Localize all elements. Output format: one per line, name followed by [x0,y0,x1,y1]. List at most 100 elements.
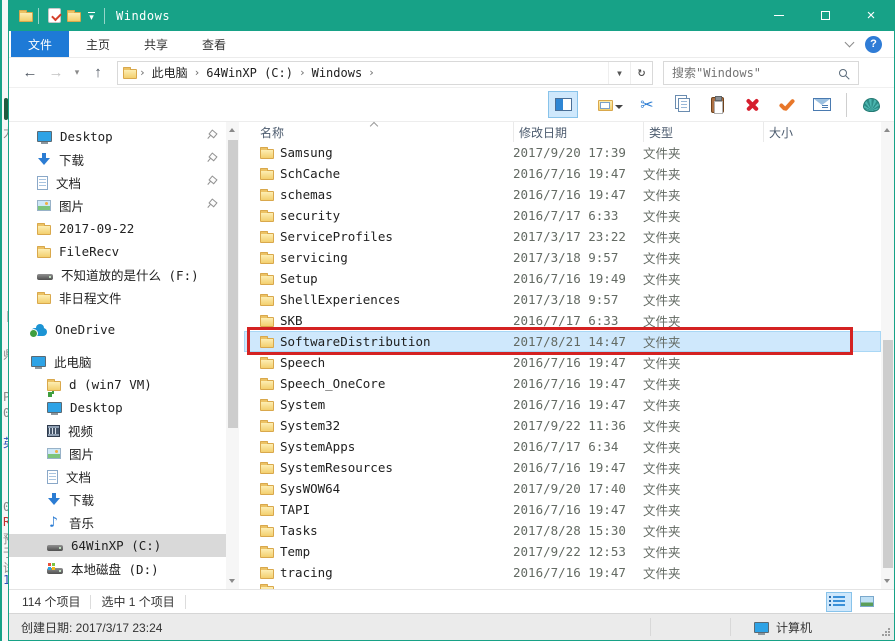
table-row[interactable]: Samsung2017/9/20 17:39文件夹 [244,142,881,163]
sidebar-item[interactable]: 64WinXP (C:) [9,534,226,557]
table-row[interactable]: ServiceProfiles2017/3/17 23:22文件夹 [244,226,881,247]
back-button[interactable]: ← [17,64,43,81]
sidebar-item[interactable]: 视频 [9,419,226,442]
file-type: 文件夹 [638,479,758,498]
table-row[interactable]: Speech_OneCore2016/7/16 19:47文件夹 [244,373,881,394]
file-list-scrollbar[interactable] [881,122,894,589]
sidebar-item[interactable]: FileRecv [9,240,226,263]
column-header-size[interactable]: 大小 [764,122,881,142]
thumbnail-view-button[interactable] [854,592,880,612]
shell-button[interactable] [856,91,886,118]
table-row[interactable]: System2016/7/16 19:47文件夹 [244,394,881,415]
table-row[interactable]: ShellExperiences2017/3/18 9:57文件夹 [244,289,881,310]
sidebar-item[interactable]: 下载 [9,148,226,171]
table-row[interactable]: Temp2017/9/22 12:53文件夹 [244,541,881,562]
table-row[interactable]: SoftwareDistribution2017/8/21 14:47文件夹 [244,331,881,352]
sidebar-item[interactable]: d (win7 VM) [9,373,226,396]
copy-button[interactable] [667,91,697,118]
breadcrumb-chevron-icon[interactable]: › [192,66,203,79]
table-row[interactable]: tracing2016/7/16 19:47文件夹 [244,562,881,583]
table-row[interactable]: System322017/9/22 11:36文件夹 [244,415,881,436]
sidebar-item[interactable]: 图片 [9,194,226,217]
scrollbar-thumb[interactable] [228,140,238,428]
details-view-button[interactable] [826,592,852,612]
sidebar-item[interactable]: 下载 [9,488,226,511]
qat-customize-dropdown[interactable]: ▾ [84,12,99,20]
sidebar-item[interactable]: 音乐 [9,511,226,534]
table-row[interactable]: SysWOW642017/9/20 17:40文件夹 [244,478,881,499]
sidebar-item[interactable]: 不知道放的是什么 (F:) [9,263,226,286]
table-row[interactable]: SystemResources2016/7/16 19:47文件夹 [244,457,881,478]
tab-home[interactable]: 主页 [69,31,127,57]
breadcrumb-item[interactable]: 64WinXP (C:) [202,66,297,80]
file-date: 2016/7/16 19:47 [508,460,638,475]
sidebar-scrollbar[interactable] [226,122,239,589]
recent-locations-dropdown[interactable]: ▾ [69,67,85,78]
scroll-down-icon[interactable] [229,579,235,583]
sidebar-item[interactable]: Desktop [9,125,226,148]
up-button[interactable]: ↑ [85,64,111,81]
folder-icon [260,401,274,411]
table-row[interactable]: TAPI2016/7/16 19:47文件夹 [244,499,881,520]
address-bar[interactable]: ›此电脑›64WinXP (C:)›Windows› ▾ ↻ [117,61,653,85]
tab-view[interactable]: 查看 [185,31,243,57]
tab-share[interactable]: 共享 [127,31,185,57]
sidebar-item[interactable]: 非日程文件 [9,286,226,309]
delete-button[interactable] [737,91,767,118]
column-header-type[interactable]: 类型 [644,122,764,142]
scrollbar-thumb[interactable] [883,340,893,568]
address-dropdown-chevron-icon[interactable]: ▾ [608,62,630,84]
table-row[interactable]: Setup2016/7/16 19:49文件夹 [244,268,881,289]
scroll-up-icon[interactable] [884,128,890,132]
folder-options-button[interactable] [583,91,627,118]
search-input[interactable] [672,66,839,80]
resize-grip[interactable] [882,628,891,637]
tab-file[interactable]: 文件 [11,31,69,57]
table-row[interactable]: schemas2016/7/16 19:47文件夹 [244,184,881,205]
sidebar-item[interactable]: 图片 [9,442,226,465]
close-button[interactable]: × [848,0,894,31]
table-row-partial[interactable] [244,583,881,589]
forward-button[interactable]: → [43,64,69,81]
table-row[interactable]: SystemApps2016/7/17 6:34文件夹 [244,436,881,457]
file-date: 2016/7/16 19:49 [508,271,638,286]
minimize-button[interactable] [756,0,802,31]
paste-button[interactable] [702,91,732,118]
search-box[interactable] [663,61,859,85]
breadcrumb-chevron-icon[interactable]: › [366,66,377,79]
title-bar[interactable]: ▾ Windows × [9,0,894,31]
table-row[interactable]: security2016/7/17 6:33文件夹 [244,205,881,226]
breadcrumb-chevron-icon[interactable]: › [297,66,308,79]
preview-pane-button[interactable] [548,91,578,118]
breadcrumb-item[interactable]: Windows [308,66,367,80]
maximize-button[interactable] [802,0,848,31]
column-header-date[interactable]: 修改日期 [514,122,644,142]
table-row[interactable]: servicing2017/3/18 9:57文件夹 [244,247,881,268]
column-header-name[interactable]: 名称 [244,122,514,142]
breadcrumb-item[interactable]: 此电脑 [148,64,192,81]
sidebar-item[interactable]: 本地磁盘 (D:) [9,557,226,580]
properties-qat-button[interactable] [44,4,64,28]
table-row[interactable]: Speech2016/7/16 19:47文件夹 [244,352,881,373]
sidebar-item[interactable]: OneDrive [9,318,226,341]
help-icon[interactable] [865,36,882,53]
sidebar-item[interactable]: Desktop [9,396,226,419]
scroll-down-icon[interactable] [884,579,890,583]
mail-button[interactable] [807,91,837,118]
table-row[interactable]: SchCache2016/7/16 19:47文件夹 [244,163,881,184]
table-row[interactable]: Tasks2017/8/28 15:30文件夹 [244,520,881,541]
confirm-button[interactable] [772,91,802,118]
breadcrumb-chevron-icon[interactable]: › [137,66,148,79]
table-row[interactable]: SKB2016/7/17 6:33文件夹 [244,310,881,331]
sidebar-item[interactable]: 此电脑 [9,350,226,373]
ribbon-collapse-chevron-icon[interactable] [845,38,855,48]
file-type: 文件夹 [638,374,758,393]
scroll-up-icon[interactable] [229,128,235,132]
new-folder-qat-button[interactable] [64,4,84,28]
refresh-icon[interactable]: ↻ [630,62,652,84]
sidebar-item[interactable]: 2017-09-22 [9,217,226,240]
search-icon[interactable] [839,69,847,77]
sidebar-item[interactable]: 文档 [9,171,226,194]
cut-button[interactable] [632,91,662,118]
sidebar-item[interactable]: 文档 [9,465,226,488]
